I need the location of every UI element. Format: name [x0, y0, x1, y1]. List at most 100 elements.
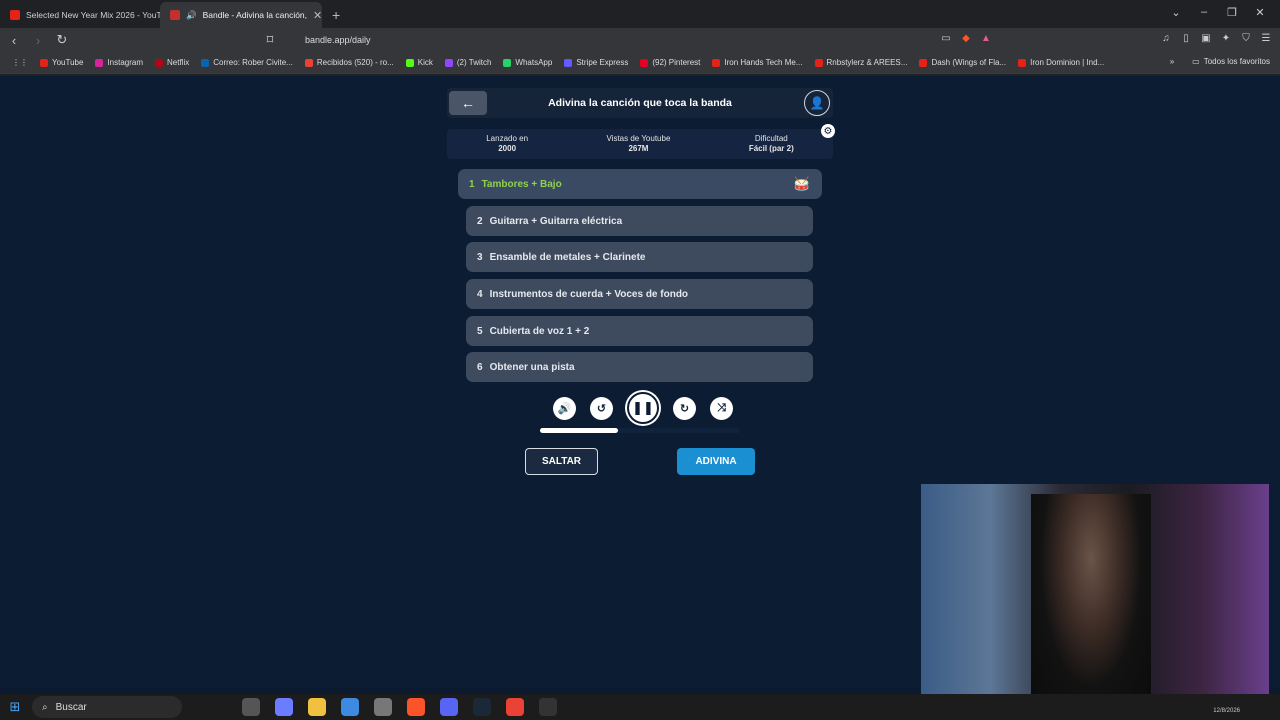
streamer-image	[1031, 494, 1151, 710]
menu-icon[interactable]: ☰	[1260, 33, 1272, 44]
twitch-icon	[444, 58, 453, 67]
game-header: ← Adivina la canción que toca la banda 👤	[447, 88, 833, 118]
search-icon: ⌕	[42, 701, 48, 713]
track-number: 6	[477, 361, 483, 373]
settings-gear-icon[interactable]: ⚙	[821, 124, 835, 138]
brave-shield-icon[interactable]: ◆	[960, 33, 972, 44]
discord-icon[interactable]	[440, 698, 458, 716]
brave-icon[interactable]	[407, 698, 425, 716]
netflix-icon	[155, 58, 164, 67]
bookmark-youtube[interactable]: YouTube	[34, 58, 89, 67]
bookmark-instagram[interactable]: Instagram	[89, 58, 149, 67]
bookmark-kick[interactable]: Kick	[400, 58, 439, 67]
pause-icon[interactable]: ❚❚	[627, 392, 659, 424]
bookmark-outlook[interactable]: Correo: Rober Civite...	[195, 58, 299, 67]
back-icon[interactable]: ‹	[4, 33, 24, 48]
file-explorer-icon[interactable]	[308, 698, 326, 716]
outlook-icon	[201, 58, 210, 67]
steam-icon[interactable]	[473, 698, 491, 716]
shuffle-off-icon[interactable]: ⤨	[710, 396, 733, 420]
bookmark-label: WhatsApp	[515, 58, 553, 67]
wallet-icon[interactable]: ▣	[1200, 33, 1212, 44]
song-info-bar: Lanzado en 2000 Vistas de Youtube 267M Dif…	[447, 129, 833, 159]
bookmark-icon[interactable]: ⌑	[260, 32, 280, 48]
track-item-3[interactable]: 3 Ensamble de metales + Clarinete	[466, 242, 813, 272]
url-field[interactable]: bandle.app/daily	[280, 31, 1000, 49]
user-button[interactable]: 👤	[804, 90, 830, 116]
bookmark-rnbstylerz[interactable]: Rnbstylerz & AREES...	[809, 58, 914, 67]
guess-button[interactable]: ADIVINA	[677, 448, 755, 475]
bookmark-pinterest[interactable]: (92) Pinterest	[634, 58, 706, 67]
reload-icon[interactable]: ↻	[52, 32, 72, 48]
ai-icon[interactable]: ✦	[1220, 33, 1232, 44]
volume-icon[interactable]: 🔊	[553, 396, 576, 420]
chevron-right-icon[interactable]: »	[1170, 57, 1174, 66]
track-label: Guitarra + Guitarra eléctrica	[489, 215, 623, 227]
maximize-icon[interactable]: ❐	[1218, 6, 1246, 19]
track-item-2[interactable]: 2 Guitarra + Guitarra eléctrica	[466, 206, 813, 236]
bookmark-label: Instagram	[107, 58, 144, 67]
close-tab-icon[interactable]: ✕	[313, 9, 322, 22]
bookmark-twitch[interactable]: (2) Twitch	[439, 58, 498, 67]
music-icon[interactable]: ♫	[1160, 33, 1172, 44]
youtube-icon	[919, 58, 928, 67]
windows-start-icon[interactable]: ⊞	[0, 699, 30, 715]
store-icon[interactable]	[341, 698, 359, 716]
track-item-5[interactable]: 5 Cubierta de voz 1 + 2	[466, 316, 813, 346]
playback-progress[interactable]	[540, 428, 740, 433]
bookmark-label: Correo: Rober Civite...	[213, 58, 293, 67]
page-title: Adivina la canción que toca la banda	[548, 97, 732, 109]
gmail-icon	[304, 58, 313, 67]
copilot-icon[interactable]	[275, 698, 293, 716]
whatsapp-icon	[503, 58, 512, 67]
bookmark-label: Iron Hands Tech Me...	[724, 58, 803, 67]
tab-youtube[interactable]: Selected New Year Mix 2026 - YouTube	[0, 2, 160, 28]
minimize-icon[interactable]: –	[1190, 6, 1218, 19]
bookmark-label: Recibidos (520) - ro...	[316, 58, 394, 67]
new-tab-button[interactable]: +	[322, 2, 350, 28]
task-view-icon[interactable]	[242, 698, 260, 716]
tab-title: Bandle - Adivina la canción,	[202, 10, 308, 20]
bookmark-whatsapp[interactable]: WhatsApp	[497, 58, 558, 67]
chrome-icon[interactable]	[506, 698, 524, 716]
progress-fill	[540, 428, 618, 433]
apps-icon[interactable]: ⋮⋮	[6, 58, 34, 67]
track-label: Obtener una pista	[489, 361, 575, 373]
back-button[interactable]: ←	[449, 91, 487, 115]
browser-chrome: Selected New Year Mix 2026 - YouTube 🔊 B…	[0, 0, 1280, 76]
taskbar: ⊞ ⌕ Buscar 12/8/2026	[0, 694, 1280, 720]
youtube-icon	[10, 10, 20, 20]
track-item-4[interactable]: 4 Instrumentos de cuerda + Voces de fond…	[466, 279, 813, 309]
all-favorites[interactable]: » ▭ Todos los favoritos	[1170, 57, 1270, 66]
obs-icon[interactable]	[539, 698, 557, 716]
bookmark-stripe[interactable]: Stripe Express	[558, 58, 634, 67]
skip-button[interactable]: SALTAR	[525, 448, 598, 475]
bookmark-netflix[interactable]: Netflix	[149, 58, 195, 67]
forward-icon[interactable]: ›	[28, 33, 48, 48]
taskbar-search[interactable]: ⌕ Buscar	[32, 696, 182, 718]
info-value: Fácil (par 2)	[748, 144, 794, 153]
info-difficulty: Dificultad Fácil (par 2)	[749, 134, 794, 154]
user-icon: 👤	[809, 96, 825, 110]
track-label: Tambores + Bajo	[481, 178, 562, 190]
close-window-icon[interactable]: ✕	[1246, 6, 1274, 19]
bookmark-iron-dominion[interactable]: Iron Dominion | Ind...	[1012, 58, 1110, 67]
tab-bandle[interactable]: 🔊 Bandle - Adivina la canción, ✕	[160, 2, 322, 28]
cast-icon[interactable]: ▭	[940, 33, 952, 44]
bookmark-iron-hands[interactable]: Iron Hands Tech Me...	[706, 58, 808, 67]
info-label: Lanzado en	[486, 134, 529, 143]
bookmark-dash[interactable]: Dash (Wings of Fla...	[913, 58, 1012, 67]
sidebar-icon[interactable]: ▯	[1180, 33, 1192, 44]
arrow-left-icon: ←	[461, 95, 475, 111]
vpn-icon[interactable]: ⛉	[1240, 33, 1252, 44]
track-item-1[interactable]: 1 Tambores + Bajo 🥁	[458, 169, 822, 199]
info-release: Lanzado en 2000	[486, 134, 528, 154]
track-item-6[interactable]: 6 Obtener una pista	[466, 352, 813, 382]
chevron-down-icon[interactable]: ⌄	[1162, 6, 1190, 19]
rewards-icon[interactable]: ▲	[980, 33, 992, 44]
instagram-icon	[95, 58, 104, 67]
rewind-5-icon[interactable]: ↺	[590, 396, 613, 420]
forward-5-icon[interactable]: ↻	[673, 396, 696, 420]
app-icon[interactable]	[374, 698, 392, 716]
bookmark-gmail[interactable]: Recibidos (520) - ro...	[299, 58, 400, 67]
